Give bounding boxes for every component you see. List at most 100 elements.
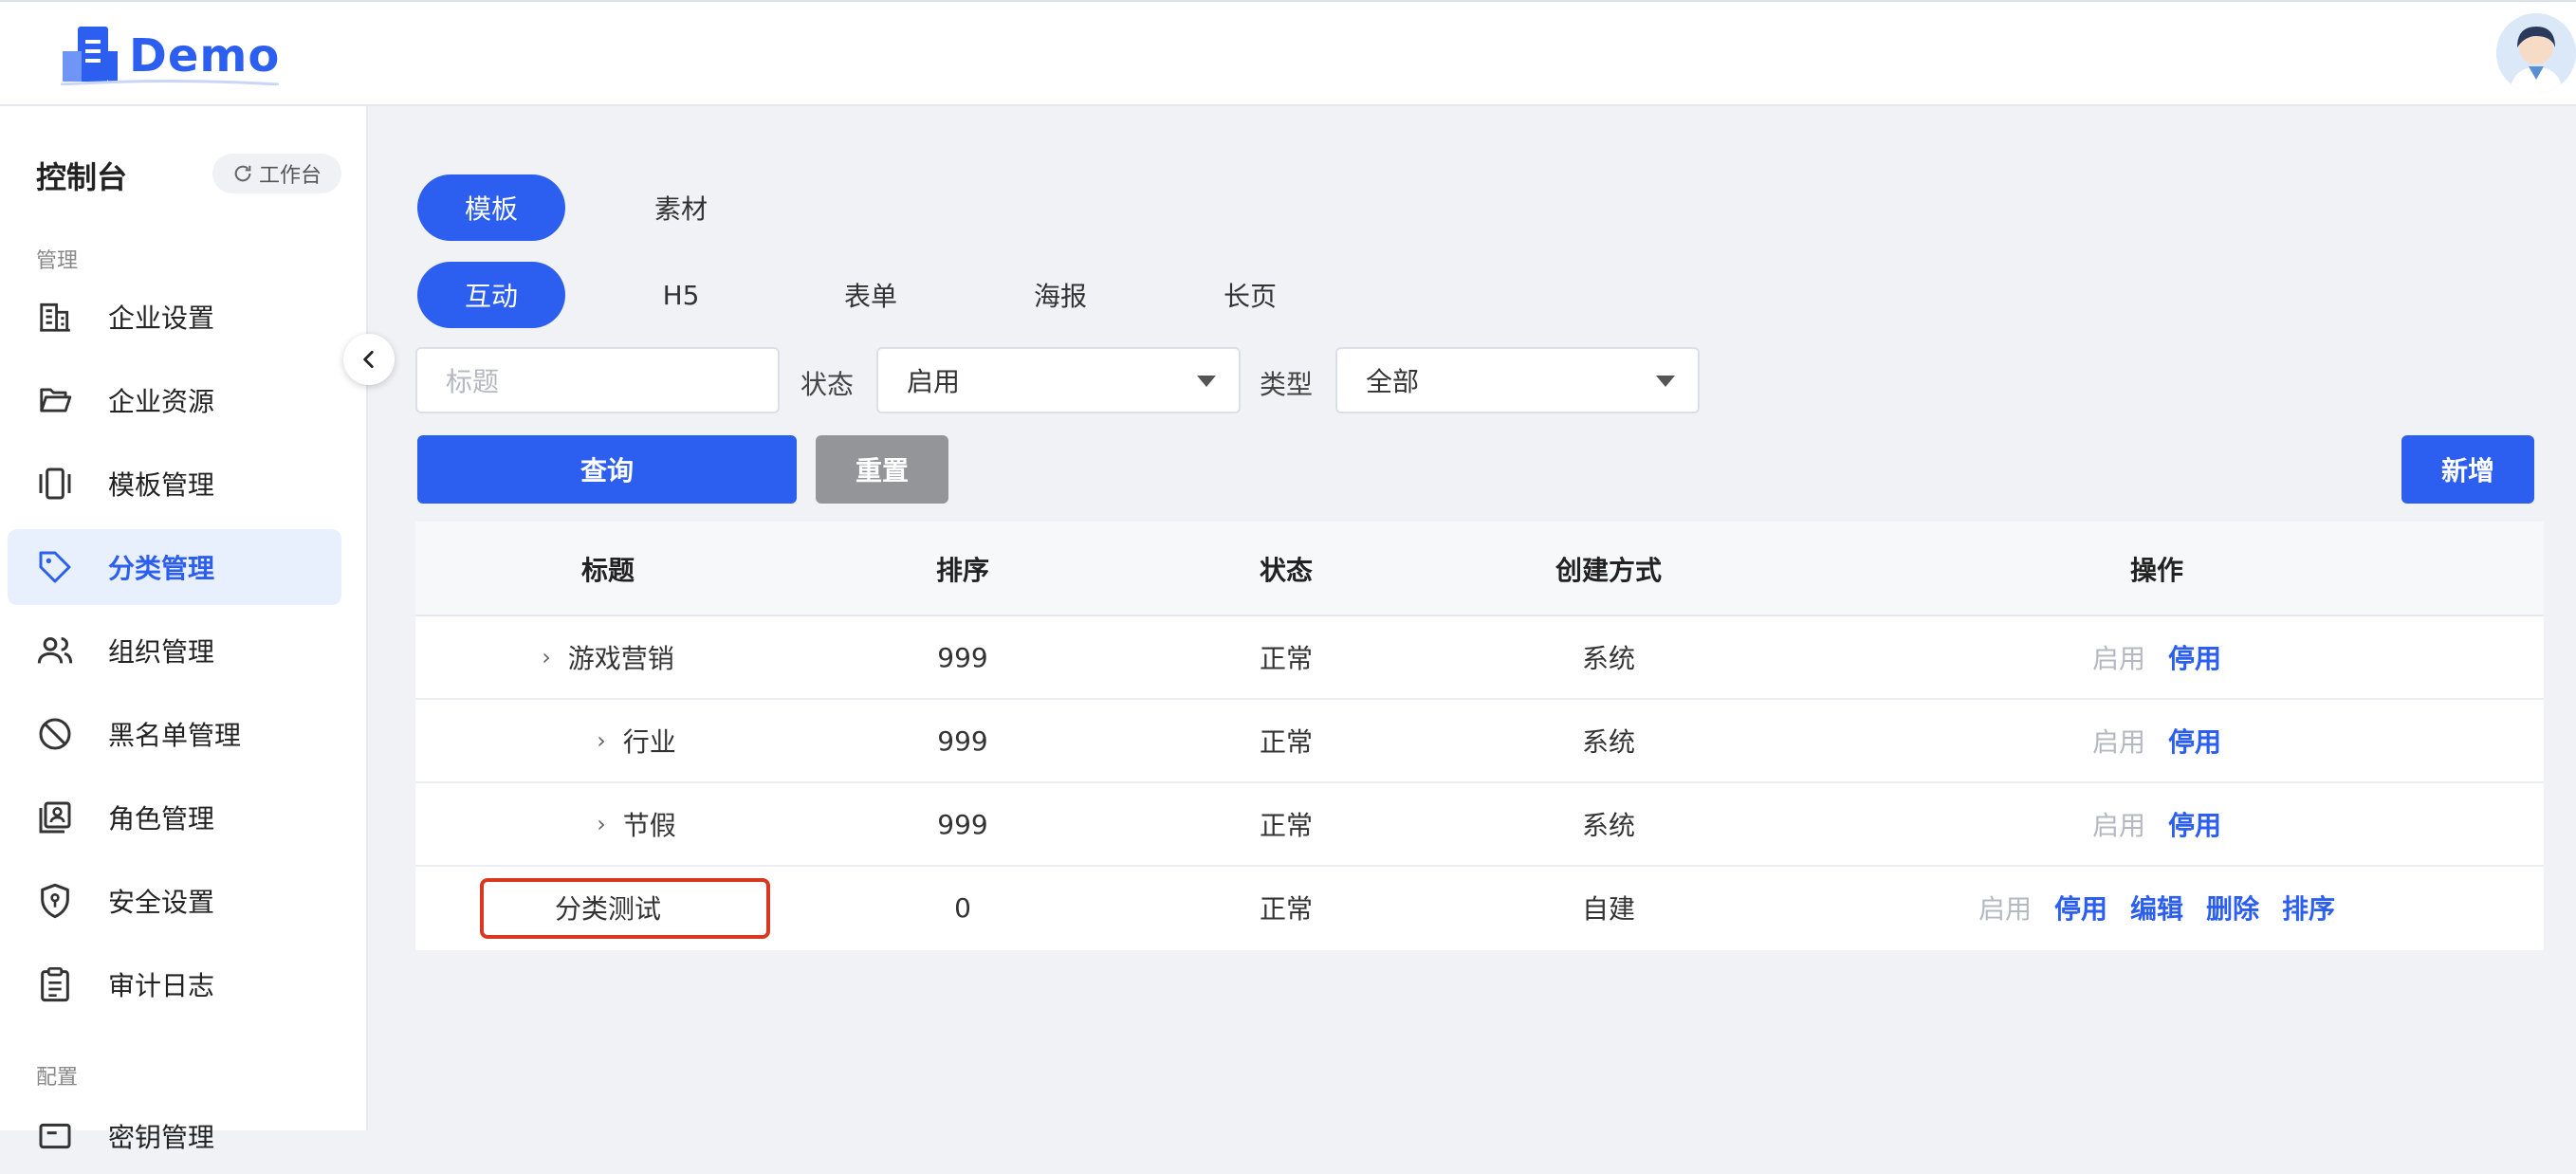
sidebar-item-key-management[interactable]: 密钥管理 <box>8 1098 341 1174</box>
subtab-form[interactable]: 表单 <box>797 262 945 328</box>
delete-action[interactable]: 删除 <box>2206 889 2259 926</box>
user-avatar[interactable] <box>2496 13 2576 93</box>
sidebar: 控制台 工作台 管理 企业设置 企业资源 模板管理 分类管理 组织管理 黑名单管… <box>0 106 368 1153</box>
refresh-icon <box>234 165 251 182</box>
query-button[interactable]: 查询 <box>417 435 797 504</box>
cell-method: 系统 <box>1581 643 1635 674</box>
cell-status: 正常 <box>1259 726 1313 758</box>
status-select[interactable]: 启用 <box>876 347 1241 413</box>
chevron-left-icon <box>363 351 374 368</box>
header-title: 标题 <box>580 555 635 586</box>
status-select-value: 启用 <box>907 366 961 397</box>
sidebar-item-label: 分类管理 <box>108 553 215 584</box>
subtab-long-page[interactable]: 长页 <box>1176 262 1324 328</box>
sidebar-item-label: 组织管理 <box>108 636 215 668</box>
workbench-label: 工作台 <box>258 164 322 188</box>
expand-chevron-icon[interactable]: › <box>597 811 606 837</box>
table-header: 标题 排序 状态 创建方式 操作 <box>415 522 2544 616</box>
sidebar-item-label: 密钥管理 <box>108 1122 215 1153</box>
disable-action[interactable]: 停用 <box>2168 805 2221 843</box>
logo-text: Demo <box>129 29 281 83</box>
sidebar-item-blacklist-management[interactable]: 黑名单管理 <box>8 696 341 772</box>
sidebar-item-label: 模板管理 <box>108 469 215 501</box>
header-creation-method: 创建方式 <box>1555 555 1662 586</box>
cell-title: › 游戏营销 <box>415 616 800 698</box>
key-card-icon <box>36 1117 74 1155</box>
sidebar-item-role-management[interactable]: 角色管理 <box>8 780 341 855</box>
sidebar-item-label: 企业设置 <box>108 303 215 334</box>
cell-actions: 启用 停用 <box>1770 783 2544 865</box>
sidebar-item-label: 审计日志 <box>108 970 215 1001</box>
cell-method: 系统 <box>1581 810 1635 841</box>
disable-action[interactable]: 停用 <box>2168 722 2221 760</box>
type-select[interactable]: 全部 <box>1335 347 1700 413</box>
cell-status: 正常 <box>1259 643 1313 674</box>
add-button[interactable]: 新增 <box>2401 435 2534 504</box>
cell-sort: 999 <box>937 641 988 673</box>
expand-chevron-icon[interactable]: › <box>542 644 551 670</box>
row-title-text: 游戏营销 <box>567 643 674 674</box>
enable-action[interactable]: 启用 <box>1978 889 2032 926</box>
sidebar-item-organization-management[interactable]: 组织管理 <box>8 613 341 688</box>
caret-down-icon <box>1656 376 1675 387</box>
section-label-config: 配置 <box>36 1066 79 1090</box>
table-row: › 游戏营销 999 正常 系统 启用 停用 <box>415 616 2544 700</box>
template-icon <box>36 465 74 503</box>
cell-actions: 启用 停用 编辑 删除 排序 <box>1770 867 2544 948</box>
disable-action[interactable]: 停用 <box>2054 889 2107 926</box>
avatar-person-icon <box>2496 13 2576 93</box>
users-icon <box>36 632 74 670</box>
sidebar-item-category-management[interactable]: 分类管理 <box>8 529 341 605</box>
cell-title: › 节假 <box>444 783 829 865</box>
subtab-interactive[interactable]: 互动 <box>417 262 565 328</box>
shield-icon <box>36 882 74 920</box>
enable-action[interactable]: 启用 <box>2092 805 2145 843</box>
cell-sort: 999 <box>937 725 988 757</box>
workbench-button[interactable]: 工作台 <box>212 154 341 193</box>
sidebar-item-label: 角色管理 <box>108 803 215 835</box>
subtab-poster[interactable]: 海报 <box>986 262 1134 328</box>
table-row: 分类测试 0 正常 自建 启用 停用 编辑 删除 排序 <box>415 867 2544 950</box>
sidebar-item-template-management[interactable]: 模板管理 <box>8 446 341 522</box>
sort-action[interactable]: 排序 <box>2282 889 2335 926</box>
logo-underline <box>61 80 279 85</box>
sidebar-item-label: 企业资源 <box>108 386 215 417</box>
enable-action[interactable]: 启用 <box>2092 722 2145 760</box>
folder-icon <box>36 381 74 419</box>
header-actions: 操作 <box>2129 555 2183 586</box>
tab-material[interactable]: 素材 <box>607 174 755 241</box>
cell-title: 分类测试 <box>554 893 661 925</box>
top-header: Demo <box>0 0 2576 106</box>
expand-chevron-icon[interactable]: › <box>597 727 606 754</box>
sidebar-collapse-button[interactable] <box>343 334 395 385</box>
row-title-text: 行业 <box>622 726 676 758</box>
cell-method: 自建 <box>1581 893 1635 925</box>
console-title: 控制台 <box>36 159 128 195</box>
tab-template[interactable]: 模板 <box>417 174 565 241</box>
cell-status: 正常 <box>1259 810 1313 841</box>
subtab-h5[interactable]: H5 <box>607 262 755 328</box>
building-icon <box>36 298 74 336</box>
status-filter-label: 状态 <box>800 369 855 400</box>
cell-actions: 启用 停用 <box>1770 616 2544 698</box>
sidebar-item-audit-log[interactable]: 审计日志 <box>8 946 341 1022</box>
caret-down-icon <box>1197 376 1216 387</box>
type-filter-label: 类型 <box>1260 369 1314 400</box>
cell-status: 正常 <box>1259 893 1313 925</box>
sidebar-item-enterprise-resources[interactable]: 企业资源 <box>8 362 341 438</box>
type-select-value: 全部 <box>1366 366 1420 397</box>
sidebar-item-security-settings[interactable]: 安全设置 <box>8 863 341 939</box>
section-label-manage: 管理 <box>36 249 79 273</box>
ban-icon <box>36 715 74 753</box>
row-title-text: 节假 <box>622 810 676 841</box>
disable-action[interactable]: 停用 <box>2168 638 2221 676</box>
cell-actions: 启用 停用 <box>1770 700 2544 781</box>
edit-action[interactable]: 编辑 <box>2130 889 2183 926</box>
logo[interactable]: Demo <box>57 23 280 89</box>
header-status: 状态 <box>1259 555 1313 586</box>
enable-action[interactable]: 启用 <box>2092 638 2145 676</box>
role-icon <box>36 798 74 836</box>
reset-button[interactable]: 重置 <box>816 435 948 504</box>
title-search-input[interactable]: 标题 <box>415 347 780 413</box>
sidebar-item-enterprise-settings[interactable]: 企业设置 <box>8 279 341 355</box>
